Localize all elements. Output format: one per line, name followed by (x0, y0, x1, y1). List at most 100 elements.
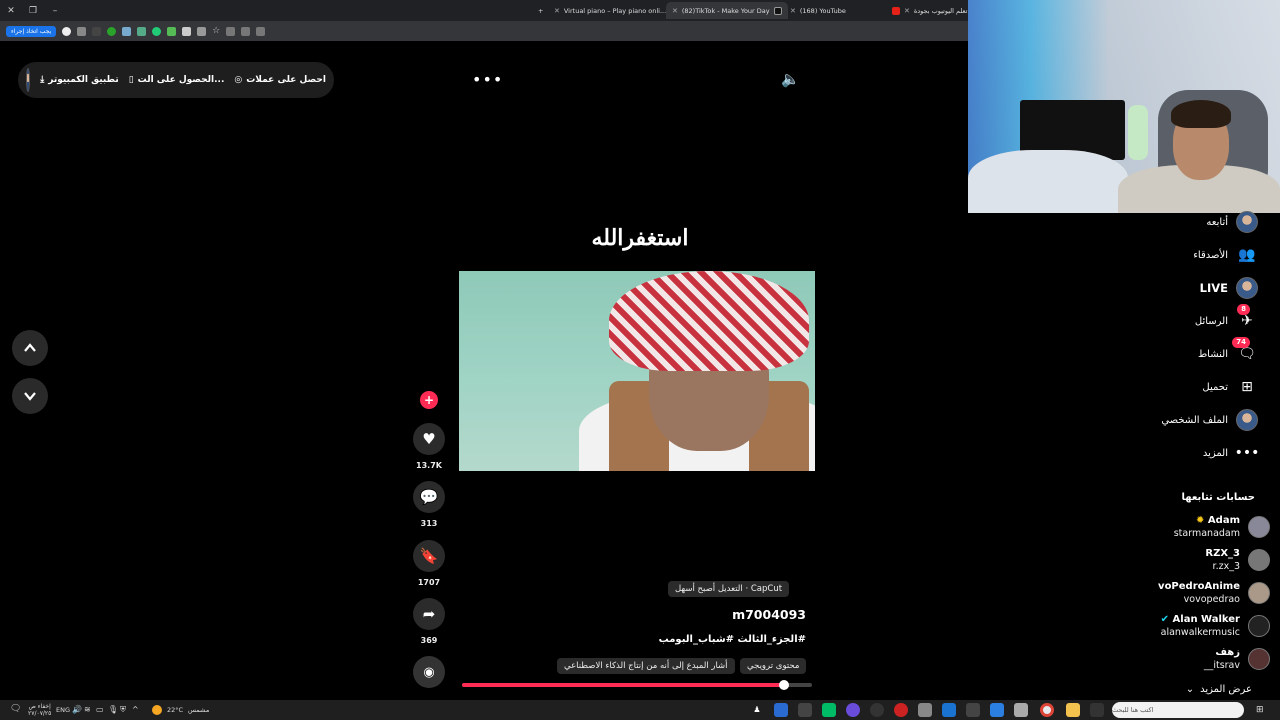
taskbar-app-icon[interactable] (1014, 703, 1028, 717)
volume-tray-icon[interactable]: 🔊 (72, 705, 82, 714)
taskbar-app-icon[interactable] (822, 703, 836, 717)
sidebar-item-activity[interactable]: 🗨 74 النشاط (1198, 337, 1258, 365)
extension-icon[interactable] (226, 26, 236, 36)
action-required-button[interactable]: يجب اتخاذ إجراء (6, 25, 57, 37)
taskbar-app-icon[interactable] (966, 703, 980, 717)
tray-overflow-chevron-icon[interactable]: ^ (132, 705, 139, 714)
extension-icon[interactable] (182, 26, 192, 36)
sidebar-item-following[interactable]: أتابعه (1206, 211, 1258, 233)
account-item[interactable]: زهف __itsrav (1204, 646, 1270, 672)
battery-icon[interactable]: ▭ (96, 705, 104, 714)
shield-tray-icon[interactable]: ⛨ (120, 705, 126, 715)
extension-icon[interactable] (167, 26, 177, 36)
close-tab-icon[interactable]: ✕ (554, 7, 560, 15)
extension-icon[interactable] (197, 26, 207, 36)
sidebar-item-more[interactable]: ••• المزيد (1203, 442, 1260, 464)
close-tab-icon[interactable]: ✕ (672, 7, 678, 15)
follow-creator-button[interactable]: + (420, 391, 438, 409)
taskbar-app-icon[interactable] (870, 703, 884, 717)
clock-date: ٢٧/٠٧/٢٥ (28, 710, 52, 717)
extension-icon[interactable] (92, 26, 102, 36)
share-button[interactable]: ➦ (413, 598, 445, 630)
progress-knob[interactable] (779, 680, 789, 690)
wifi-icon[interactable]: ≋ (84, 705, 91, 714)
chrome-icon[interactable] (1040, 703, 1054, 717)
sidebar-item-friends[interactable]: 👥 الأصدقاء (1193, 244, 1258, 266)
creator-username[interactable]: m7004093 (700, 607, 806, 622)
taskbar-app-icon[interactable] (918, 703, 932, 717)
user-avatar[interactable] (26, 68, 31, 92)
close-tab-icon[interactable]: ✕ (904, 7, 910, 15)
taskbar-app-icon[interactable] (774, 703, 788, 717)
video-progress-bar[interactable] (462, 680, 812, 690)
sidebar-item-label: الأصدقاء (1193, 249, 1228, 261)
music-disc-icon[interactable]: ◉ (413, 656, 445, 688)
sidebar-item-messages[interactable]: ✈ 8 الرسائل (1195, 304, 1258, 332)
weather-sun-icon[interactable] (152, 705, 162, 715)
like-button[interactable]: ♥ (413, 423, 445, 455)
shield-extension-icon[interactable] (152, 26, 162, 36)
sidebar-item-profile[interactable]: الملف الشخصي (1161, 409, 1258, 431)
profile-icon[interactable] (62, 26, 72, 36)
comment-button[interactable]: 💬 (413, 481, 445, 513)
settings-gear-icon[interactable] (798, 703, 812, 717)
taskbar-app-icon[interactable] (846, 703, 860, 717)
desktop-app-button[interactable]: ⤓ تطبيق الكمبيوتر (40, 75, 118, 85)
taskbar-app-icon[interactable]: ♟ (750, 703, 764, 717)
ai-generated-chip: أشار المبدع إلى أنه من إنتاج الذكاء الاص… (557, 658, 735, 674)
more-options-icon[interactable]: ••• (472, 70, 503, 89)
tiktok-topbar: ⤓ تطبيق الكمبيوتر ▯ الحصول على الت... ◎ … (18, 62, 334, 98)
extension-icon[interactable] (241, 26, 251, 36)
see-more-button[interactable]: عرض المزيد ⌄ (1186, 684, 1252, 695)
new-tab-button[interactable]: + (532, 2, 549, 19)
get-coins-button[interactable]: ◎ احصل على عملات (234, 75, 326, 85)
previous-video-button[interactable] (12, 330, 48, 366)
file-explorer-icon[interactable] (1066, 703, 1080, 717)
account-item[interactable]: ✔ Alan Walker alanwalkermusic (1161, 613, 1270, 639)
video-description[interactable]: #الجزء_الثالث #شباب_البومب (600, 634, 806, 645)
get-app-button[interactable]: ▯ الحصول على الت... (129, 75, 225, 85)
bookmark-star-icon[interactable]: ☆ (212, 26, 220, 36)
save-count: 1707 (417, 578, 441, 587)
comment-icon: 💬 (419, 488, 439, 506)
clock[interactable]: إخفاء ص ٢٧/٠٧/٢٥ (28, 703, 51, 717)
webcam-microphone (1128, 105, 1148, 160)
taskbar-search-input[interactable]: اكتب هنا للبحث (1112, 702, 1244, 718)
task-view-icon[interactable] (1090, 703, 1104, 717)
capcut-chip[interactable]: CapCut · التعديل أصبح أسهل (668, 581, 790, 597)
extension-icon[interactable] (107, 26, 117, 36)
close-window-icon[interactable]: ✕ (0, 0, 22, 21)
taskbar-app-icon[interactable] (894, 703, 908, 717)
taskbar-app-icon[interactable] (942, 703, 956, 717)
save-button[interactable]: 🔖 (413, 540, 445, 572)
account-item[interactable]: ✹ Adam starmanadam (1174, 514, 1270, 540)
sidebar-item-upload[interactable]: ⊞ تحميل (1202, 376, 1258, 398)
account-handle: vovopedrao (1183, 594, 1240, 605)
volume-icon[interactable]: 🔈 (781, 70, 800, 88)
restore-window-icon[interactable]: ❐ (22, 0, 44, 21)
account-avatar (1248, 549, 1270, 571)
extension-icon[interactable] (77, 26, 87, 36)
account-item[interactable]: voPedroAnime vovopedrao (1158, 580, 1270, 606)
sidebar-item-label: تحميل (1202, 381, 1228, 393)
extension-icon[interactable] (122, 26, 132, 36)
microphone-icon[interactable]: 🎙 (108, 705, 118, 714)
notifications-icon[interactable]: 🗨 (10, 704, 21, 714)
share-action: ➦ 369 (413, 598, 445, 645)
taskbar-app-icon[interactable] (990, 703, 1004, 717)
extension-icon[interactable] (137, 26, 147, 36)
language-indicator[interactable]: ENG (56, 706, 70, 714)
tab-youtube[interactable]: ✕ (168) YouTube (784, 2, 852, 19)
windows-start-icon[interactable]: ⊞ (1256, 705, 1264, 715)
minimize-window-icon[interactable]: – (44, 0, 66, 21)
chevron-down-icon: ⌄ (1185, 684, 1195, 695)
close-tab-icon[interactable]: ✕ (790, 7, 796, 15)
account-item[interactable]: RZX_3 r.zx_3 (1205, 547, 1270, 573)
extension-icon[interactable] (256, 26, 266, 36)
next-video-button[interactable] (12, 378, 48, 414)
tab-virtual-piano[interactable]: ✕ Virtual piano – Play piano onli... (548, 2, 684, 19)
youtube-favicon-icon (892, 6, 900, 15)
sidebar-item-live[interactable]: LIVE (1200, 277, 1258, 299)
video-player[interactable] (459, 271, 815, 471)
tab-tiktok[interactable]: ✕ (82)TikTok - Make Your Day (666, 2, 788, 19)
